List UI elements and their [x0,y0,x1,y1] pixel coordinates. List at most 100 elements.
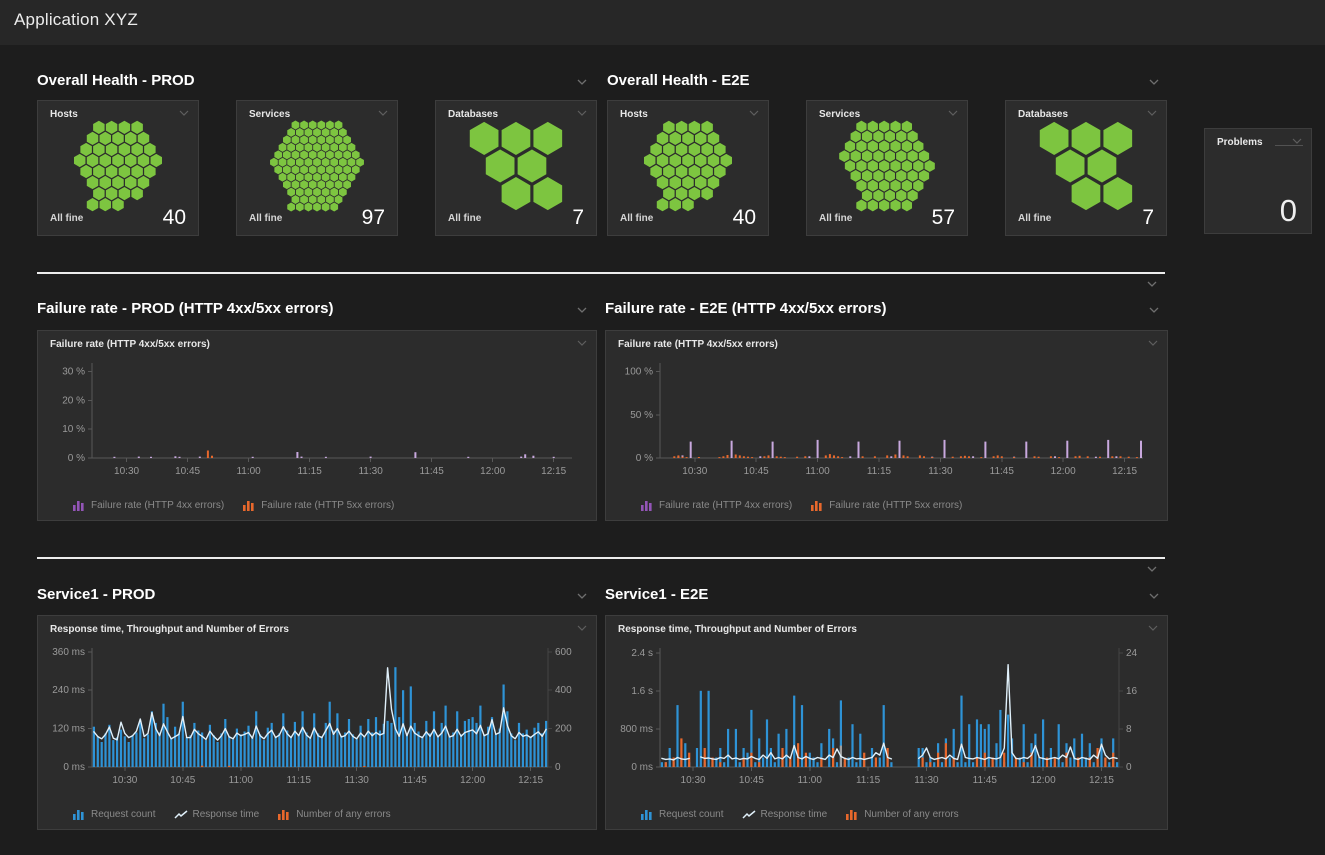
chevron-down-icon[interactable] [1146,280,1158,288]
divider [1275,145,1303,146]
chevron-down-icon[interactable] [576,592,588,600]
chart-legend: Request count Response time Number of an… [72,809,391,820]
chevron-down-icon[interactable] [1148,306,1160,314]
svg-text:11:15: 11:15 [856,775,881,786]
bar-series-icon [810,500,824,511]
svg-text:0 %: 0 % [68,453,85,464]
svg-text:360 ms: 360 ms [52,647,85,658]
chevron-down-icon[interactable] [576,339,588,347]
chevron-down-icon[interactable] [1291,137,1303,145]
chevron-down-icon[interactable] [1146,109,1158,117]
legend-item[interactable]: Failure rate (HTTP 5xx errors) [242,500,394,511]
service1-prod-chart-tile[interactable]: Response time, Throughput and Number of … [37,615,597,830]
health-tile-databases-prod[interactable]: Databases All fine 7 [435,100,597,236]
svg-text:12:15: 12:15 [518,775,543,786]
entity-count: 57 [932,206,955,230]
legend-item[interactable]: Number of any errors [277,809,390,820]
chart-plot-area[interactable]: 0 %10 %20 %30 %10:3010:4511:0011:1511:30… [44,357,590,484]
section-divider [37,557,1165,559]
bar-series-icon [72,500,86,511]
legend-item[interactable]: Request count [640,809,724,820]
svg-text:1.6 s: 1.6 s [631,686,653,697]
svg-text:12:00: 12:00 [460,775,485,786]
health-tile-services-e2e[interactable]: Services All fine 57 [806,100,968,236]
svg-text:11:45: 11:45 [420,466,445,477]
svg-text:0 ms: 0 ms [631,762,653,773]
svg-text:600: 600 [555,647,572,658]
service1-e2e-chart-tile[interactable]: Response time, Throughput and Number of … [605,615,1168,830]
chart-title: Failure rate (HTTP 4xx/5xx errors) [618,339,778,350]
chevron-down-icon[interactable] [1147,339,1159,347]
tile-title: Databases [1018,109,1068,120]
health-tile-services-prod[interactable]: Services All fine 97 [236,100,398,236]
chevron-down-icon[interactable] [748,109,760,117]
legend-item[interactable]: Failure rate (HTTP 4xx errors) [640,500,792,511]
svg-text:10 %: 10 % [62,424,85,435]
legend-item[interactable]: Response time [174,809,260,820]
svg-text:800 ms: 800 ms [620,724,653,735]
status-text: All fine [448,213,481,224]
svg-text:10:45: 10:45 [170,775,195,786]
chevron-down-icon[interactable] [576,306,588,314]
chevron-down-icon[interactable] [576,109,588,117]
svg-text:12:15: 12:15 [1112,466,1137,477]
chart-plot-area[interactable]: 0 ms120 ms240 ms360 ms020040060010:3010:… [44,642,590,793]
problems-tile[interactable]: Problems 0 [1204,128,1312,234]
svg-text:11:45: 11:45 [973,775,998,786]
chevron-down-icon[interactable] [377,109,389,117]
health-tile-hosts-prod[interactable]: Hosts All fine 40 [37,100,199,236]
honeycomb [444,125,588,207]
chevron-down-icon[interactable] [947,109,959,117]
health-tile-databases-e2e[interactable]: Databases All fine 7 [1005,100,1167,236]
svg-text:10:45: 10:45 [175,466,200,477]
chart-plot-area[interactable]: 0 ms800 ms1.6 s2.4 s08162410:3010:4511:0… [612,642,1161,793]
failure-rate-prod-chart-tile[interactable]: Failure rate (HTTP 4xx/5xx errors) 0 %10… [37,330,597,521]
svg-text:20 %: 20 % [62,395,85,406]
chevron-down-icon[interactable] [576,78,588,86]
app-header: Application XYZ [0,0,1325,45]
failure-rate-e2e-chart-tile[interactable]: Failure rate (HTTP 4xx/5xx errors) 0 %50… [605,330,1168,521]
svg-text:11:00: 11:00 [236,466,261,477]
bar-series-icon [640,809,654,820]
chevron-down-icon[interactable] [1148,78,1160,86]
bar-series-icon [640,500,654,511]
section-title-service-prod: Service1 - PROD [37,586,155,603]
legend-item[interactable]: Request count [72,809,156,820]
svg-text:400: 400 [555,685,572,696]
chevron-down-icon[interactable] [178,109,190,117]
chevron-down-icon[interactable] [1147,624,1159,632]
section-divider [37,272,1165,274]
legend-item[interactable]: Failure rate (HTTP 5xx errors) [810,500,962,511]
svg-text:11:45: 11:45 [403,775,428,786]
chevron-down-icon[interactable] [1148,592,1160,600]
chevron-down-icon[interactable] [576,624,588,632]
svg-text:11:30: 11:30 [928,466,953,477]
chart-plot-area[interactable]: 0 %50 %100 %10:3010:4511:0011:1511:3011:… [612,357,1161,484]
tile-title: Services [249,109,290,120]
svg-text:0 ms: 0 ms [63,762,85,773]
svg-text:11:30: 11:30 [358,466,383,477]
bar-series-icon [72,809,86,820]
svg-text:120 ms: 120 ms [52,724,85,735]
tile-title: Hosts [620,109,648,120]
legend-item[interactable]: Number of any errors [845,809,958,820]
svg-text:10:30: 10:30 [681,775,706,786]
svg-text:50 %: 50 % [630,410,653,421]
section-title-failure-prod: Failure rate - PROD (HTTP 4xx/5xx errors… [37,300,334,317]
tile-title: Databases [448,109,498,120]
svg-text:200: 200 [555,724,572,735]
status-text: All fine [249,213,282,224]
honeycomb [815,125,959,207]
svg-text:2.4 s: 2.4 s [631,648,653,659]
legend-item[interactable]: Failure rate (HTTP 4xx errors) [72,500,224,511]
svg-text:8: 8 [1126,724,1132,735]
chevron-down-icon[interactable] [1146,565,1158,573]
section-title-health-e2e: Overall Health - E2E [607,72,750,89]
legend-item[interactable]: Response time [742,809,828,820]
section-title-health-prod: Overall Health - PROD [37,72,195,89]
svg-text:12:00: 12:00 [1031,775,1056,786]
svg-text:24: 24 [1126,648,1138,659]
svg-text:10:30: 10:30 [682,466,707,477]
svg-text:10:30: 10:30 [112,775,137,786]
health-tile-hosts-e2e[interactable]: Hosts All fine 40 [607,100,769,236]
